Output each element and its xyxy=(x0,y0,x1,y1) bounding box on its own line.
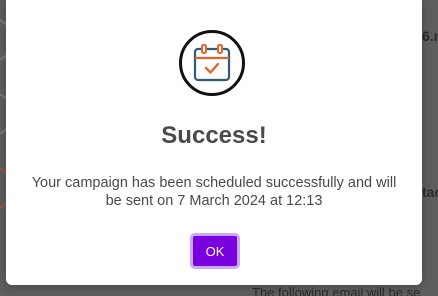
ok-button[interactable]: OK xyxy=(190,233,240,269)
calendar-check-icon xyxy=(179,30,245,96)
background-text: tac xyxy=(422,184,438,200)
dialog-message: Your campaign has been scheduled success… xyxy=(31,175,397,209)
background-text: 6.r xyxy=(422,28,438,44)
dialog-title: Success! xyxy=(161,122,267,149)
success-dialog: Success! Your campaign has been schedule… xyxy=(6,0,422,285)
background-text: The following email will be se xyxy=(252,285,421,296)
calendar-check-icon-graphic xyxy=(193,44,231,82)
